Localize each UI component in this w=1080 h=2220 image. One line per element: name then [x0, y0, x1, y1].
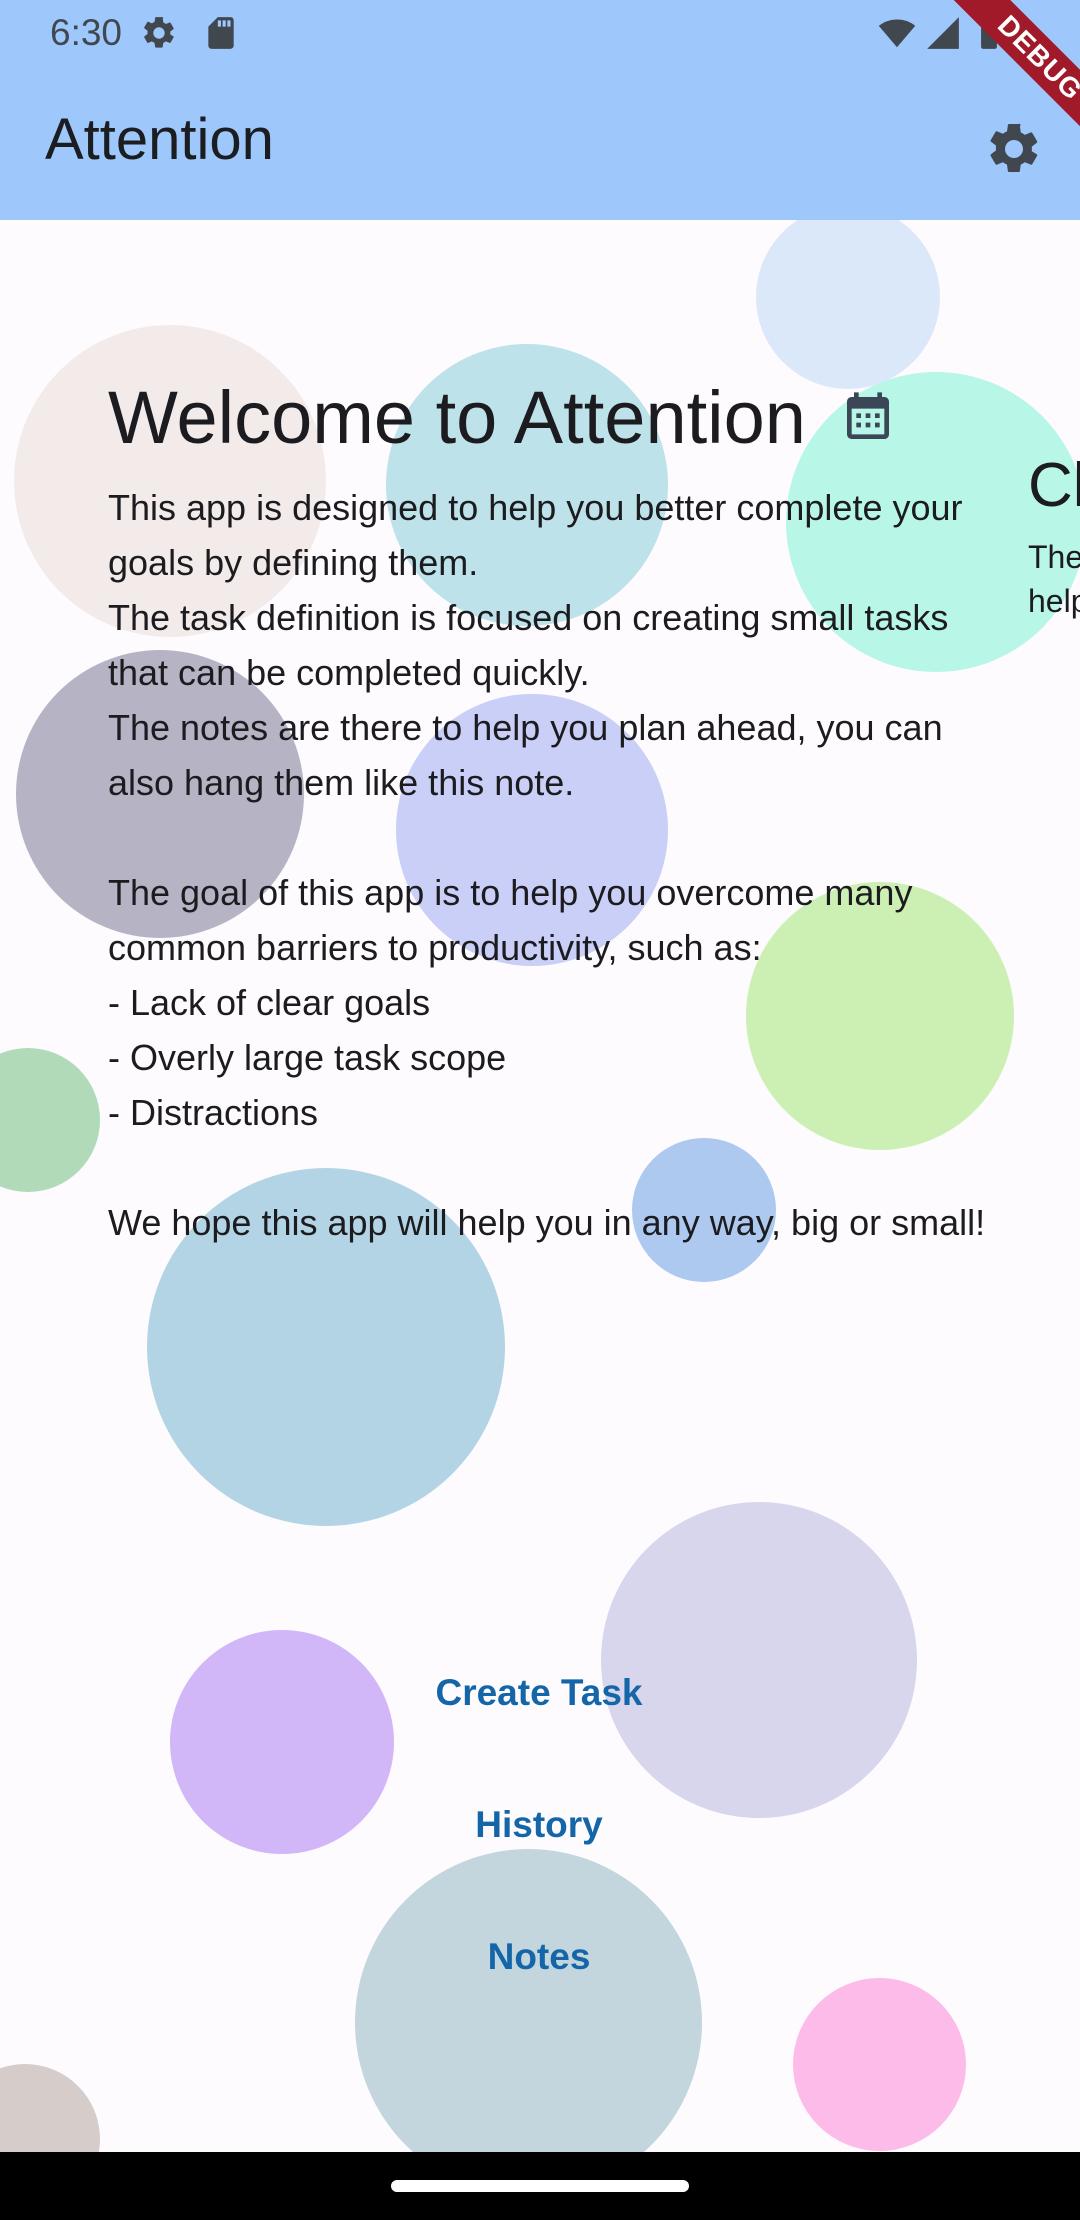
side-note-body: The help — [1028, 539, 1080, 619]
note-title: Welcome to Attention — [108, 376, 806, 459]
note-header: Welcome to Attention — [108, 375, 988, 460]
background-bubble — [601, 1502, 917, 1818]
debug-label: DEBUG — [948, 0, 1080, 150]
app-title: Attention — [45, 107, 274, 172]
debug-banner: DEBUG — [910, 0, 1080, 170]
side-note-title: Cl — [1028, 451, 1080, 520]
create-task-button[interactable]: Create Task — [339, 1672, 739, 1714]
main-content: Welcome to Attention This app is designe… — [0, 220, 1080, 2152]
note-body: This app is designed to help you better … — [108, 487, 986, 1243]
side-note[interactable]: Cl The help — [1028, 450, 1080, 623]
sd-card-icon — [208, 17, 234, 49]
background-bubble — [0, 1048, 100, 1192]
status-time: 6:30 — [50, 12, 123, 53]
notes-button[interactable]: Notes — [339, 1936, 739, 1978]
settings-gear-icon — [144, 17, 174, 48]
background-bubble — [756, 220, 940, 389]
background-bubble — [0, 2064, 100, 2152]
background-bubble — [355, 1849, 702, 2152]
home-indicator[interactable] — [391, 2180, 689, 2192]
calendar-icon[interactable] — [840, 388, 896, 448]
history-button[interactable]: History — [339, 1804, 739, 1846]
welcome-note[interactable]: Welcome to Attention This app is designe… — [108, 375, 988, 1250]
background-bubble — [793, 1978, 966, 2151]
